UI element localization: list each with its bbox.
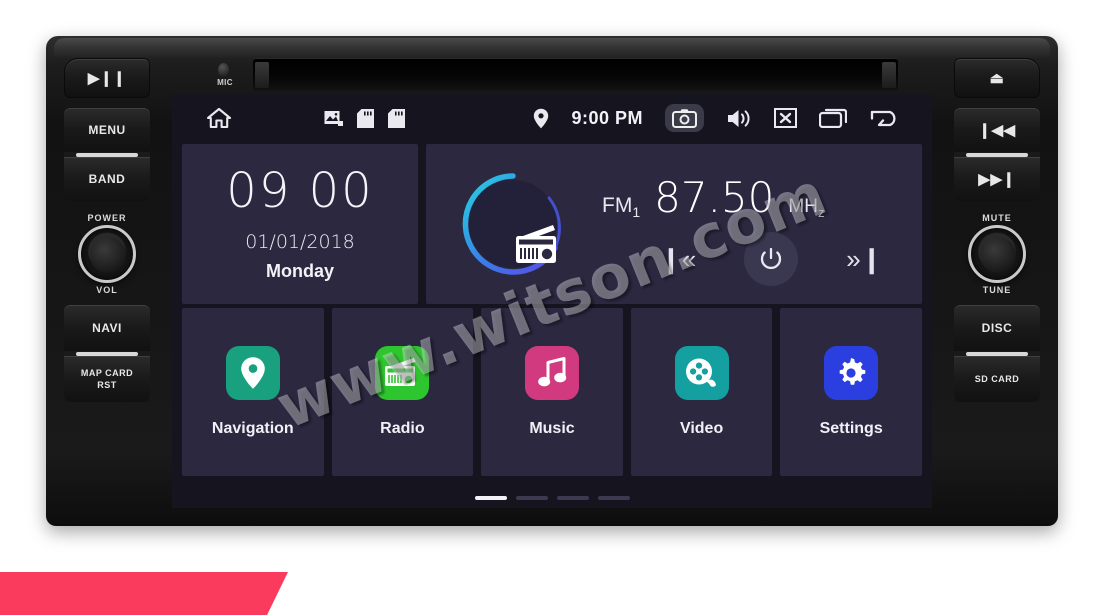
radio-power-button[interactable] <box>744 232 799 286</box>
radio-frequency: 87.50 <box>654 173 775 222</box>
eject-icon: ⏏ <box>989 69 1005 87</box>
radio-band-text: FM <box>602 194 633 217</box>
microphone-hole <box>218 63 229 77</box>
clock-day: Monday <box>265 260 334 281</box>
status-bar: 9:00 PM <box>172 94 932 142</box>
menu-button-label: MENU <box>88 123 126 137</box>
menu-band-button-group: MENU BAND <box>64 108 150 201</box>
bottom-banner <box>0 572 288 615</box>
app-label-radio: Radio <box>380 420 425 437</box>
disc-button[interactable]: DISC <box>954 305 1040 351</box>
clock-date: 01/01/2018 <box>245 230 355 253</box>
band-button[interactable]: BAND <box>64 157 150 201</box>
recents-icon[interactable] <box>819 108 847 128</box>
navi-button-label: NAVI <box>92 321 122 335</box>
right-button-column: ⏏ ❙◀◀ ▶▶❙ MUTE TUNE DISC SD CARD <box>954 58 1040 402</box>
chassis-top-bevel <box>54 38 1050 60</box>
radio-unit-text: MH <box>788 196 818 217</box>
head-unit-chassis: MIC ▶❙❙ MENU BAND POWER VOL NAVI MAP CAR… <box>46 36 1058 526</box>
sd-card-icon[interactable] <box>357 108 374 128</box>
band-button-label: BAND <box>88 172 126 186</box>
app-tile-row: Navigation Radio Music Video Settings <box>182 308 922 476</box>
map-card-rst-label: MAP CARD RST <box>80 368 134 390</box>
clock-widget[interactable]: 09 00 01/01/2018 Monday <box>182 144 418 304</box>
cd-disc-slot[interactable] <box>253 58 898 91</box>
mute-tune-knob-group: MUTE TUNE <box>954 213 1040 295</box>
music-note-icon <box>524 346 579 400</box>
gallery-icon[interactable] <box>324 110 343 127</box>
radio-next-button[interactable]: »❙ <box>846 246 882 272</box>
gear-icon <box>824 346 879 400</box>
radio-previous-button[interactable]: ❙« <box>660 246 696 272</box>
navi-mapcard-button-group: NAVI MAP CARD RST <box>64 305 150 402</box>
sd-card-slot[interactable]: SD CARD <box>954 356 1040 402</box>
sd-card-label: SD CARD <box>974 374 1020 384</box>
location-pin-icon <box>225 346 280 400</box>
radio-info: FM1 87.50 MHz ❙« »❙ <box>584 165 922 286</box>
track-button-group: ❙◀◀ ▶▶❙ <box>954 108 1040 201</box>
app-tile-radio[interactable]: Radio <box>331 308 474 476</box>
home-icon[interactable] <box>206 106 232 130</box>
next-track-button[interactable]: ▶▶❙ <box>954 157 1040 201</box>
menu-button[interactable]: MENU <box>64 108 150 152</box>
map-card-rst-slot[interactable]: MAP CARD RST <box>64 356 150 402</box>
app-tile-video[interactable]: Video <box>630 308 773 476</box>
left-button-column: ▶❙❙ MENU BAND POWER VOL NAVI MAP CARD RS… <box>64 58 150 402</box>
mute-tune-knob[interactable] <box>968 225 1026 283</box>
radio-dial <box>454 165 572 283</box>
radio-unit-sub: z <box>817 204 825 220</box>
app-label-music: Music <box>529 420 575 437</box>
back-arrow-icon[interactable] <box>869 108 900 128</box>
app-label-settings: Settings <box>819 420 883 437</box>
radio-widget[interactable]: FM1 87.50 MHz ❙« »❙ <box>426 144 922 304</box>
power-label: POWER <box>87 213 127 223</box>
tune-label: TUNE <box>982 285 1012 295</box>
app-label-navigation: Navigation <box>211 420 294 437</box>
screenshot-root: MIC ▶❙❙ MENU BAND POWER VOL NAVI MAP CAR… <box>0 0 1100 615</box>
app-tile-music[interactable]: Music <box>481 308 623 476</box>
page-dot-1[interactable] <box>474 496 507 500</box>
page-indicator[interactable] <box>172 496 932 500</box>
app-label-video: Video <box>679 420 724 437</box>
power-volume-knob-group: POWER VOL <box>64 213 150 295</box>
location-pin-icon <box>533 108 549 129</box>
play-pause-icon: ▶❙❙ <box>87 69 127 87</box>
touchscreen-display[interactable]: 9:00 PM 09 00 01/01/2018 Monday FM1 87.5… <box>172 94 932 508</box>
radio-band: FM1 <box>602 194 640 220</box>
mute-label: MUTE <box>982 213 1012 223</box>
camera-icon[interactable] <box>665 104 704 132</box>
mic-label: MIC <box>217 78 233 87</box>
page-dot-2[interactable] <box>515 496 548 500</box>
film-reel-icon <box>674 346 729 400</box>
radio-icon <box>375 346 430 400</box>
eject-button[interactable]: ⏏ <box>954 58 1040 98</box>
clock-time: 09 00 <box>226 162 374 219</box>
sd-card-icon[interactable] <box>388 108 405 128</box>
volume-icon[interactable] <box>726 108 752 129</box>
previous-track-button[interactable]: ❙◀◀ <box>954 108 1040 152</box>
disc-sdcard-group: DISC SD CARD <box>954 305 1040 402</box>
power-volume-knob[interactable] <box>78 225 136 283</box>
disc-button-label: DISC <box>981 321 1013 335</box>
play-pause-button[interactable]: ▶❙❙ <box>64 58 150 98</box>
close-box-icon[interactable] <box>774 108 797 128</box>
next-track-icon: ▶▶❙ <box>978 170 1016 188</box>
previous-track-icon: ❙◀◀ <box>978 121 1016 139</box>
page-dot-4[interactable] <box>597 496 630 500</box>
app-tile-navigation[interactable]: Navigation <box>182 308 324 476</box>
status-clock: 9:00 PM <box>571 107 643 128</box>
navi-button[interactable]: NAVI <box>64 305 150 351</box>
vol-label: VOL <box>96 285 118 295</box>
radio-band-index: 1 <box>632 204 641 221</box>
radio-unit: MHz <box>788 196 824 220</box>
widget-row: 09 00 01/01/2018 Monday FM1 87.50 MHz ❙«… <box>182 144 922 304</box>
app-tile-settings[interactable]: Settings <box>780 308 922 476</box>
page-dot-3[interactable] <box>556 496 589 500</box>
